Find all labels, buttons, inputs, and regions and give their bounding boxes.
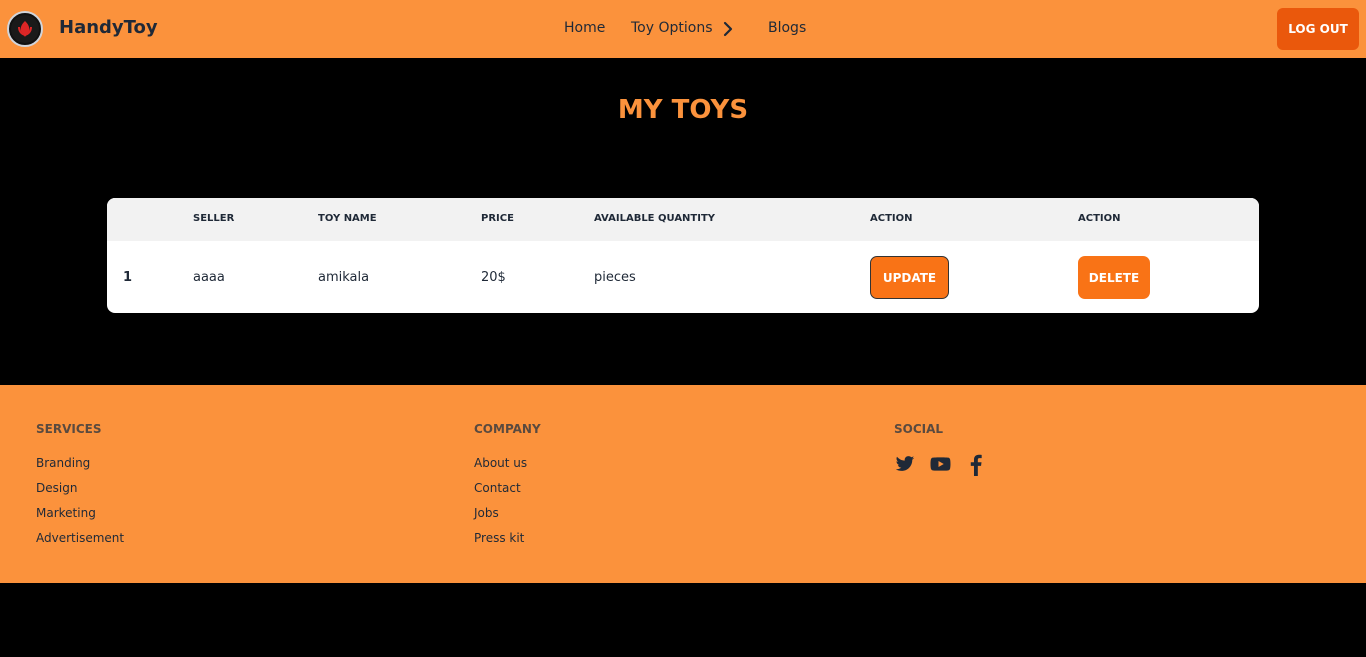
column-header-action-delete: ACTION [1078, 213, 1121, 224]
row-price: 20$ [481, 270, 506, 285]
row-quantity: pieces [594, 270, 636, 285]
nav-toy-options-link[interactable]: Toy Options [631, 20, 713, 36]
footer-services-heading: SERVICES [36, 422, 102, 436]
footer-link-design[interactable]: Design [36, 481, 77, 495]
footer-link-about-us[interactable]: About us [474, 456, 527, 470]
footer: SERVICES Branding Design Marketing Adver… [0, 385, 1366, 583]
facebook-icon[interactable] [968, 454, 984, 476]
footer-link-press-kit[interactable]: Press kit [474, 531, 524, 545]
footer-link-advertisement[interactable]: Advertisement [36, 531, 124, 545]
navbar: HandyToy Home Toy Options Blogs LOG OUT [0, 0, 1366, 58]
delete-button[interactable]: DELETE [1078, 256, 1150, 299]
row-toy-name: amikala [318, 270, 370, 285]
footer-link-marketing[interactable]: Marketing [36, 506, 96, 520]
footer-social-heading: SOCIAL [894, 422, 944, 436]
brand-name[interactable]: HandyToy [59, 17, 158, 38]
footer-link-branding[interactable]: Branding [36, 456, 90, 470]
column-header-seller: SELLER [193, 213, 235, 224]
row-seller: aaaa [193, 270, 225, 285]
column-header-toy-name: TOY NAME [318, 213, 377, 224]
update-button[interactable]: UPDATE [870, 256, 949, 299]
toys-table: SELLER TOY NAME PRICE AVAILABLE QUANTITY… [107, 198, 1259, 313]
brand-logo-icon[interactable] [7, 11, 43, 47]
footer-link-contact[interactable]: Contact [474, 481, 521, 495]
logout-button[interactable]: LOG OUT [1277, 8, 1359, 50]
footer-company-heading: COMPANY [474, 422, 541, 436]
chevron-right-icon[interactable] [722, 21, 734, 37]
table-header: SELLER TOY NAME PRICE AVAILABLE QUANTITY… [107, 198, 1259, 241]
youtube-icon[interactable] [929, 454, 952, 474]
column-header-price: PRICE [481, 213, 514, 224]
footer-link-jobs[interactable]: Jobs [474, 506, 499, 520]
page-title: MY TOYS [617, 95, 749, 125]
twitter-icon[interactable] [894, 454, 916, 474]
nav-home-link[interactable]: Home [564, 20, 605, 36]
column-header-quantity: AVAILABLE QUANTITY [594, 213, 716, 224]
nav-blogs-link[interactable]: Blogs [768, 20, 806, 36]
row-index: 1 [123, 270, 133, 285]
column-header-action-update: ACTION [870, 213, 913, 224]
